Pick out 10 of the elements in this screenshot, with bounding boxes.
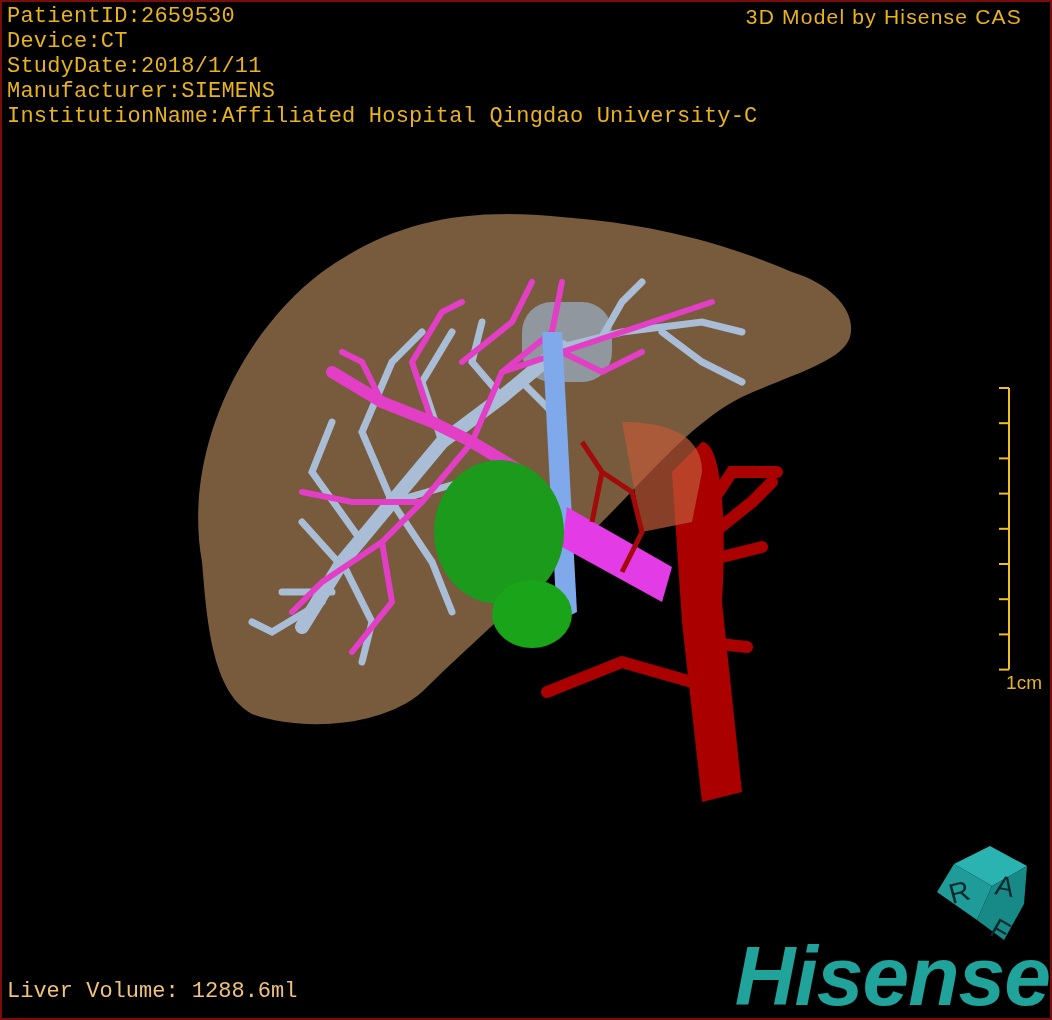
dicom-info-text: InstitutionName:Affiliated Hospital Qingdao University-C <box>7 104 758 129</box>
dicom-info-text: Device:CT <box>7 29 129 54</box>
model-credit-text: 3D Model by Hisense CAS <box>745 4 1022 29</box>
axis-letter: R <box>945 874 974 910</box>
axis-letter: A <box>992 869 1017 904</box>
liver-volume-text: Liver Volume: 1288.6ml <box>7 979 298 1004</box>
dicom-info-text: StudyDate:2018/1/11 <box>7 54 263 79</box>
dicom-info-text: Manufacturer:SIEMENS <box>7 79 277 104</box>
scale-label: 1cm <box>1006 672 1042 694</box>
orientation-cube-icon[interactable] <box>937 846 1027 940</box>
